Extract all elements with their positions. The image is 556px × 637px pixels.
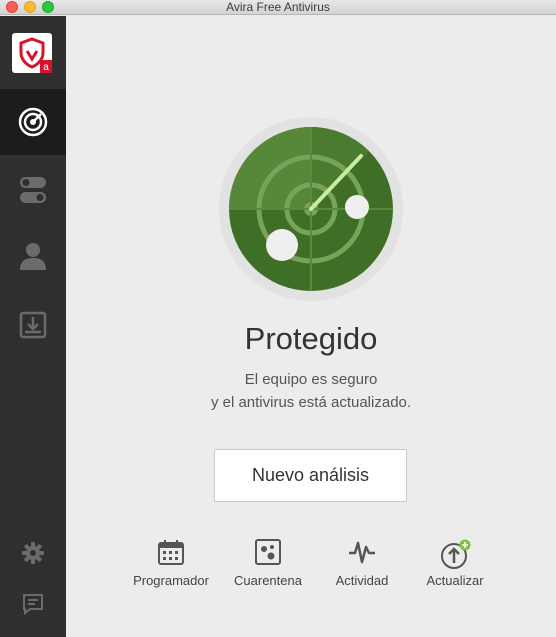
scheduler-button[interactable]: Programador xyxy=(121,539,221,588)
sidebar-item-downloads[interactable] xyxy=(0,292,66,358)
gear-icon xyxy=(22,542,44,564)
activity-button[interactable]: Actividad xyxy=(312,539,412,588)
quarantine-button[interactable]: Cuarentena xyxy=(218,539,318,588)
quarantine-label: Cuarentena xyxy=(234,573,302,588)
radar-icon xyxy=(18,107,48,137)
svg-text:a: a xyxy=(43,62,49,73)
toggles-icon xyxy=(20,177,46,203)
calendar-icon xyxy=(158,540,184,565)
radar-status-icon xyxy=(219,117,403,301)
sidebar: a xyxy=(0,16,66,637)
download-icon xyxy=(19,311,47,339)
window-controls xyxy=(6,1,54,13)
activity-label: Actividad xyxy=(335,573,389,588)
scheduler-label: Programador xyxy=(133,573,209,588)
feedback-icon xyxy=(23,594,43,615)
title-bar: Avira Free Antivirus xyxy=(0,0,556,15)
status-title: Protegido xyxy=(244,321,378,356)
sidebar-item-modules[interactable] xyxy=(0,157,66,223)
close-window-button[interactable] xyxy=(6,1,18,13)
minimize-window-button[interactable] xyxy=(24,1,36,13)
avira-logo[interactable]: a xyxy=(12,33,52,73)
maximize-window-button[interactable] xyxy=(42,1,54,13)
avira-umbrella-logo-icon: a xyxy=(19,37,52,73)
sidebar-item-account[interactable] xyxy=(0,223,66,289)
update-icon xyxy=(441,539,471,569)
user-icon xyxy=(20,243,46,270)
new-scan-button[interactable]: Nuevo análisis xyxy=(214,449,407,502)
quarantine-icon xyxy=(255,539,281,565)
status-line-2: y el antivirus está actualizado. xyxy=(210,394,412,411)
status-line-1: El equipo es seguro xyxy=(244,371,378,388)
update-label: Actualizar xyxy=(426,573,484,588)
window-title: Avira Free Antivirus xyxy=(226,0,330,14)
main-panel: Protegido El equipo es seguro y el antiv… xyxy=(66,16,556,637)
sidebar-item-status[interactable] xyxy=(0,89,66,155)
activity-icon xyxy=(349,541,375,564)
feedback-button[interactable] xyxy=(0,572,66,636)
update-button[interactable]: Actualizar xyxy=(405,539,505,588)
